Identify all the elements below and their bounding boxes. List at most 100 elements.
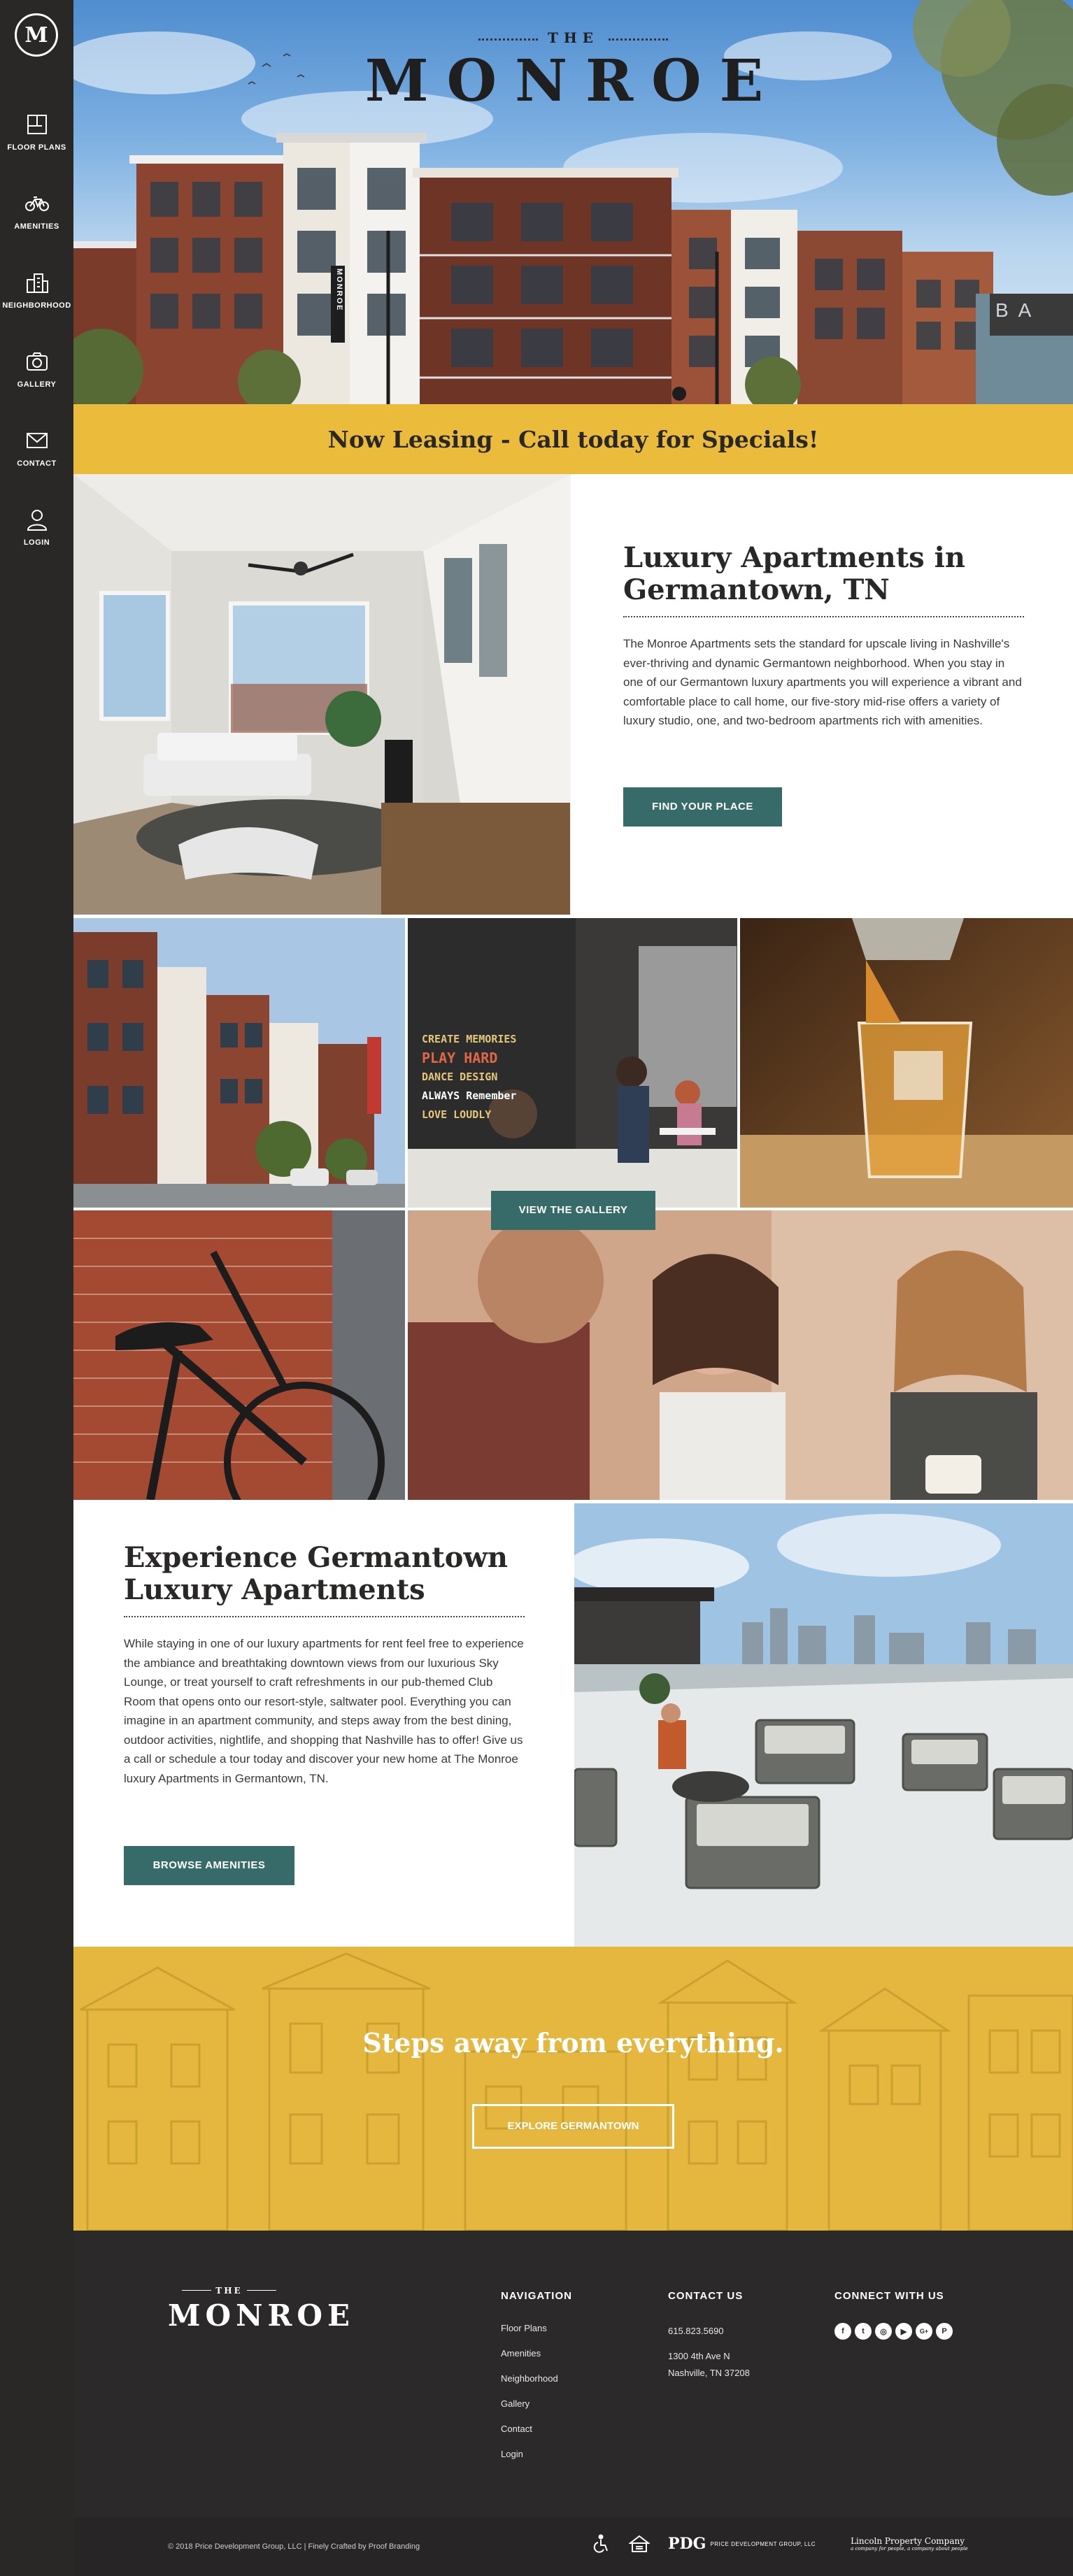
logo-monogram[interactable]: M xyxy=(15,13,58,57)
copyright-text: © 2018 Price Development Group, LLC | Fi… xyxy=(168,2542,420,2551)
sidebar: M FLOOR PLANS AMENITIES NEIGHBORHOOD GAL… xyxy=(0,0,73,2576)
footer-link-login[interactable]: Login xyxy=(501,2449,572,2474)
intro-title: Luxury Apartments in Germantown, TN xyxy=(623,542,1024,617)
googleplus-icon[interactable]: G+ xyxy=(916,2323,932,2340)
facebook-icon[interactable]: f xyxy=(834,2323,851,2340)
chalkboard-line: CREATE MEMORIES xyxy=(422,1033,517,1045)
sidebar-item-login[interactable]: LOGIN xyxy=(0,507,73,547)
gallery-street-illustration xyxy=(73,918,405,1208)
youtube-icon[interactable]: ▶ xyxy=(895,2323,912,2340)
lincoln-property-logo: Lincoln Property Company a company for p… xyxy=(851,2536,968,2552)
social-links: f t ◎ ▶ G+ P xyxy=(834,2323,953,2340)
sidebar-item-floor-plans[interactable]: FLOOR PLANS xyxy=(0,112,73,152)
gallery-photo-street[interactable] xyxy=(73,918,405,1208)
footer-navigation: NAVIGATION Floor Plans Amenities Neighbo… xyxy=(501,2290,572,2474)
sidebar-item-label: GALLERY xyxy=(17,380,57,389)
gallery-photo-bicycle[interactable] xyxy=(73,1210,405,1500)
gallery-photo-clubroom[interactable]: CREATE MEMORIES PLAY HARD DANCE DESIGN A… xyxy=(408,918,737,1208)
footer-logo-the: THE xyxy=(215,2286,243,2296)
footer-link-contact[interactable]: Contact xyxy=(501,2424,572,2449)
buildings-icon xyxy=(26,273,48,293)
gallery-photo-cocktail[interactable] xyxy=(740,918,1073,1208)
gallery-cocktail-illustration xyxy=(740,918,1073,1208)
sidebar-item-label: CONTACT xyxy=(17,459,57,468)
leasing-banner: Now Leasing - Call today for Specials! xyxy=(73,404,1073,474)
instagram-icon[interactable]: ◎ xyxy=(875,2323,892,2340)
intro-body: The Monroe Apartments sets the standard … xyxy=(623,637,1022,727)
sidebar-item-neighborhood[interactable]: NEIGHBORHOOD xyxy=(0,270,73,310)
footer-link-amenities[interactable]: Amenities xyxy=(501,2348,572,2373)
footer-phone-link[interactable]: 615.823.5690 xyxy=(668,2323,750,2340)
envelope-icon xyxy=(26,433,48,448)
footer-contact: CONTACT US 615.823.5690 1300 4th Ave N N… xyxy=(668,2290,750,2382)
sidebar-item-label: NEIGHBORHOOD xyxy=(2,301,71,310)
gallery-bicycle-illustration xyxy=(73,1210,405,1500)
gallery-friends-illustration xyxy=(408,1210,1073,1500)
chalkboard-line: PLAY HARD xyxy=(422,1050,498,1066)
price-development-logo: PDG PRICE DEVELOPMENT GROUP, LLC xyxy=(668,2535,816,2553)
footer-logo-brand: MONROE xyxy=(168,2298,355,2333)
footer-link-neighborhood[interactable]: Neighborhood xyxy=(501,2373,572,2398)
view-gallery-button[interactable]: VIEW THE GALLERY xyxy=(491,1191,655,1230)
footer-link-floor-plans[interactable]: Floor Plans xyxy=(501,2323,572,2348)
explore-section: Steps away from everything. EXPLORE GERM… xyxy=(73,1947,1073,2231)
footer: THE MONROE NAVIGATION Floor Plans Amenit… xyxy=(73,2231,1073,2576)
equal-housing-icon xyxy=(629,2535,650,2552)
chalkboard-text: CREATE MEMORIES PLAY HARD DANCE DESIGN A… xyxy=(422,1030,516,1124)
hero: MONROE BA THE MONROE xyxy=(73,0,1073,404)
chalkboard-line: LOVE LOUDLY xyxy=(422,1108,492,1121)
user-icon xyxy=(27,510,47,531)
floor-plan-icon xyxy=(27,115,47,134)
intro-section: Luxury Apartments in Germantown, TN The … xyxy=(623,542,1024,731)
pdg-mark: PDG xyxy=(668,2535,706,2553)
hero-side-sign: BA xyxy=(995,299,1042,321)
find-your-place-button[interactable]: FIND YOUR PLACE xyxy=(623,787,782,827)
footer-connect: CONNECT WITH US f t ◎ ▶ G+ P xyxy=(834,2290,953,2340)
sidebar-item-label: AMENITIES xyxy=(14,222,59,231)
explore-heading: Steps away from everything. xyxy=(362,2027,784,2059)
hero-logo-the: THE xyxy=(547,29,599,46)
gallery-photo-friends[interactable] xyxy=(408,1210,1073,1500)
sidebar-item-gallery[interactable]: GALLERY xyxy=(0,349,73,389)
footer-address-line: 1300 4th Ave N xyxy=(668,2351,730,2361)
lpc-tagline: a company for people, a company about pe… xyxy=(851,2546,968,2552)
hero-building-sign: MONROE xyxy=(335,269,343,312)
divider xyxy=(478,38,538,41)
divider xyxy=(182,2290,212,2291)
footer-badges: PDG PRICE DEVELOPMENT GROUP, LLC Lincoln… xyxy=(591,2534,968,2554)
footer-contact-heading: CONTACT US xyxy=(668,2290,744,2302)
footer-link-gallery[interactable]: Gallery xyxy=(501,2398,572,2424)
camera-icon xyxy=(26,352,48,371)
explore-germantown-button[interactable]: EXPLORE GERMANTOWN xyxy=(472,2104,674,2149)
accessibility-icon xyxy=(593,2534,608,2553)
sidebar-item-contact[interactable]: CONTACT xyxy=(0,428,73,468)
pinterest-icon[interactable]: P xyxy=(936,2323,953,2340)
sky-lounge-photo xyxy=(574,1503,1073,1947)
footer-connect-heading: CONNECT WITH US xyxy=(834,2290,944,2302)
hero-logo: THE MONROE xyxy=(73,29,1073,115)
sidebar-item-amenities[interactable]: AMENITIES xyxy=(0,191,73,231)
leasing-banner-text: Now Leasing - Call today for Specials! xyxy=(327,425,819,453)
sky-lounge-illustration xyxy=(574,1503,1073,1947)
footer-logo[interactable]: THE MONROE xyxy=(168,2284,355,2333)
living-room-illustration xyxy=(73,474,571,915)
price-development-name: PRICE DEVELOPMENT GROUP, LLC xyxy=(710,2540,816,2547)
experience-title: Experience Germantown Luxury Apartments xyxy=(124,1542,525,1617)
browse-amenities-button[interactable]: BROWSE AMENITIES xyxy=(124,1846,294,1885)
chalkboard-line: DANCE DESIGN xyxy=(422,1071,498,1083)
hero-logo-brand: MONROE xyxy=(364,48,782,115)
sidebar-item-label: FLOOR PLANS xyxy=(7,143,66,152)
divider xyxy=(609,38,669,41)
germantown-line-illustration xyxy=(80,1952,1073,2231)
footer-bottom-bar: © 2018 Price Development Group, LLC | Fi… xyxy=(73,2517,1073,2576)
chalkboard-line: ALWAYS Remember xyxy=(422,1089,517,1102)
living-room-photo xyxy=(73,474,571,915)
lpc-name: Lincoln Property Company xyxy=(851,2536,965,2546)
experience-body: While staying in one of our luxury apart… xyxy=(124,1637,524,1785)
footer-nav-heading: NAVIGATION xyxy=(501,2290,572,2302)
sidebar-item-label: LOGIN xyxy=(23,538,50,547)
experience-section: Experience Germantown Luxury Apartments … xyxy=(124,1542,525,1788)
twitter-icon[interactable]: t xyxy=(855,2323,872,2340)
bicycle-icon xyxy=(24,196,49,211)
footer-address-line: Nashville, TN 37208 xyxy=(668,2368,750,2378)
